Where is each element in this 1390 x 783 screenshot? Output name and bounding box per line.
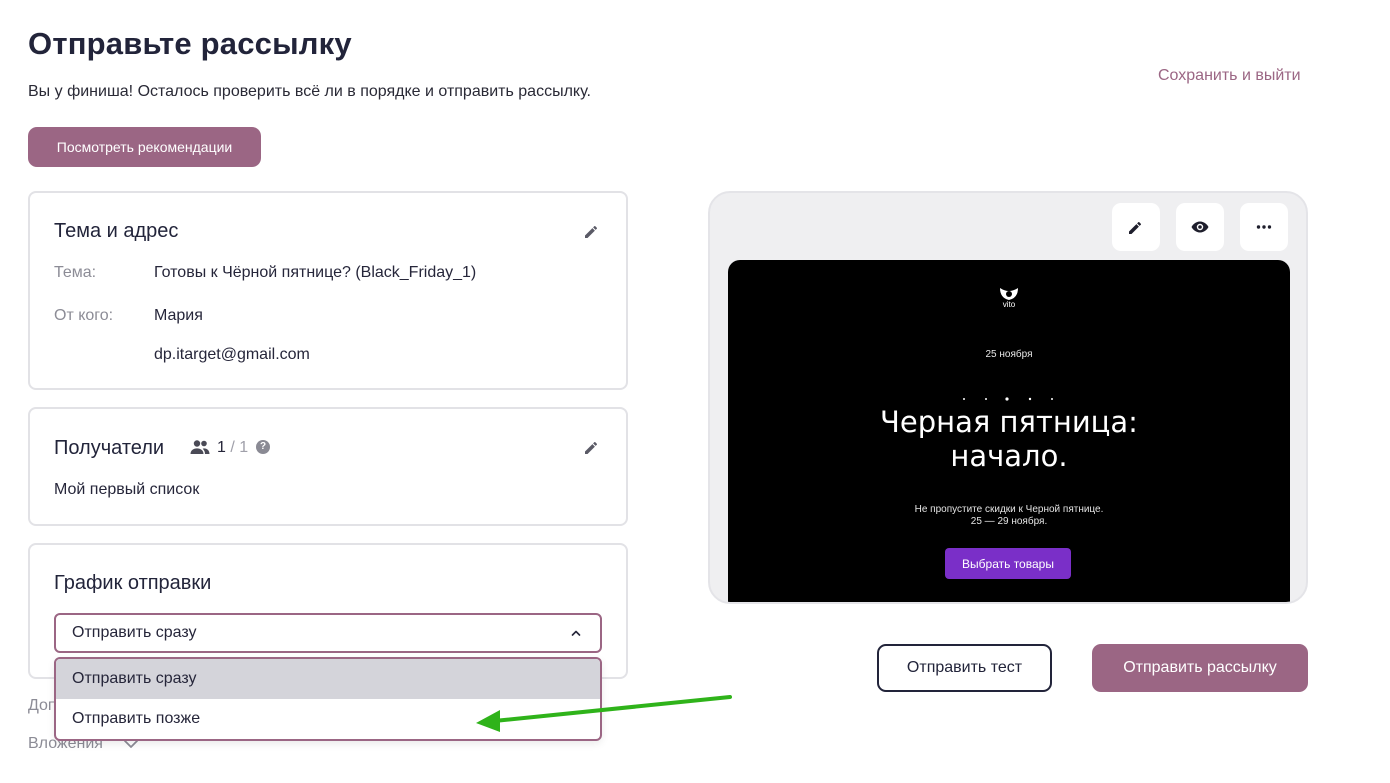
email-text-line1: Не пропустите скидки к Черной пятнице.: [914, 504, 1104, 515]
preview-view-button[interactable]: [1176, 203, 1224, 251]
email-preview-panel: vito 25 ноября Черная пятница: начало. Н…: [708, 191, 1308, 604]
email-headline: Черная пятница: начало.: [728, 405, 1290, 473]
pencil-icon: [1129, 221, 1142, 234]
recipients-card: Получатели 1 / 1 ? Мой первый список: [28, 407, 628, 526]
subject-label: Тема:: [54, 264, 97, 281]
brand-name: vito: [1002, 300, 1016, 309]
option-send-now[interactable]: Отправить сразу: [56, 659, 600, 699]
people-icon: [190, 440, 210, 454]
pencil-icon[interactable]: [582, 437, 602, 457]
recipients-count-value: 1: [217, 439, 226, 456]
schedule-select-value: Отправить сразу: [72, 624, 197, 641]
from-name: Мария: [154, 307, 203, 324]
email-headline-line2: начало.: [950, 439, 1068, 473]
email-date: 25 ноября: [985, 349, 1033, 360]
email-text: Не пропустите скидки к Черной пятнице. 2…: [728, 504, 1290, 528]
send-campaign-button[interactable]: Отправить рассылку: [1092, 644, 1308, 692]
from-email: dp.itarget@gmail.com: [154, 346, 310, 363]
eye-icon: [1191, 221, 1209, 233]
preview-edit-button[interactable]: [1112, 203, 1160, 251]
from-label: От кого:: [54, 307, 114, 324]
save-and-exit-link[interactable]: Сохранить и выйти: [1158, 67, 1301, 85]
view-recommendations-button[interactable]: Посмотреть рекомендации: [28, 127, 261, 167]
email-cta-button: Выбрать товары: [945, 548, 1071, 579]
recipients-count: 1 / 1: [217, 439, 248, 457]
schedule-card-title: График отправки: [54, 572, 212, 594]
page-subtitle: Вы у финиша! Осталось проверить всё ли в…: [28, 83, 591, 100]
email-text-line2: 25 — 29 ноября.: [970, 516, 1048, 527]
recipients-card-title: Получатели: [54, 437, 165, 459]
decorative-dots: [963, 397, 1053, 401]
option-send-later[interactable]: Отправить позже: [56, 699, 600, 739]
chevron-up-icon: [571, 630, 581, 636]
email-headline-line1: Черная пятница:: [880, 405, 1138, 439]
send-test-button[interactable]: Отправить тест: [877, 644, 1052, 692]
email-body-preview: vito 25 ноября Черная пятница: начало. Н…: [728, 260, 1290, 602]
more-dots-icon: [1256, 225, 1272, 229]
subject-address-card: Тема и адрес Тема: Готовы к Чёрной пятни…: [28, 191, 628, 390]
page-title: Отправьте рассылку: [28, 26, 352, 61]
pencil-icon[interactable]: [582, 221, 602, 241]
additional-settings-link[interactable]: Доп: [28, 697, 57, 715]
preview-more-button[interactable]: [1240, 203, 1288, 251]
schedule-dropdown-menu: Отправить сразу Отправить позже: [54, 657, 602, 741]
recipients-total: / 1: [230, 439, 249, 456]
recipient-list-name: Мой первый список: [54, 481, 200, 498]
help-icon[interactable]: ?: [256, 440, 270, 454]
subject-value: Готовы к Чёрной пятнице? (Black_Friday_1…: [154, 264, 477, 281]
schedule-select[interactable]: Отправить сразу: [54, 613, 602, 653]
subject-card-title: Тема и адрес: [54, 220, 179, 242]
